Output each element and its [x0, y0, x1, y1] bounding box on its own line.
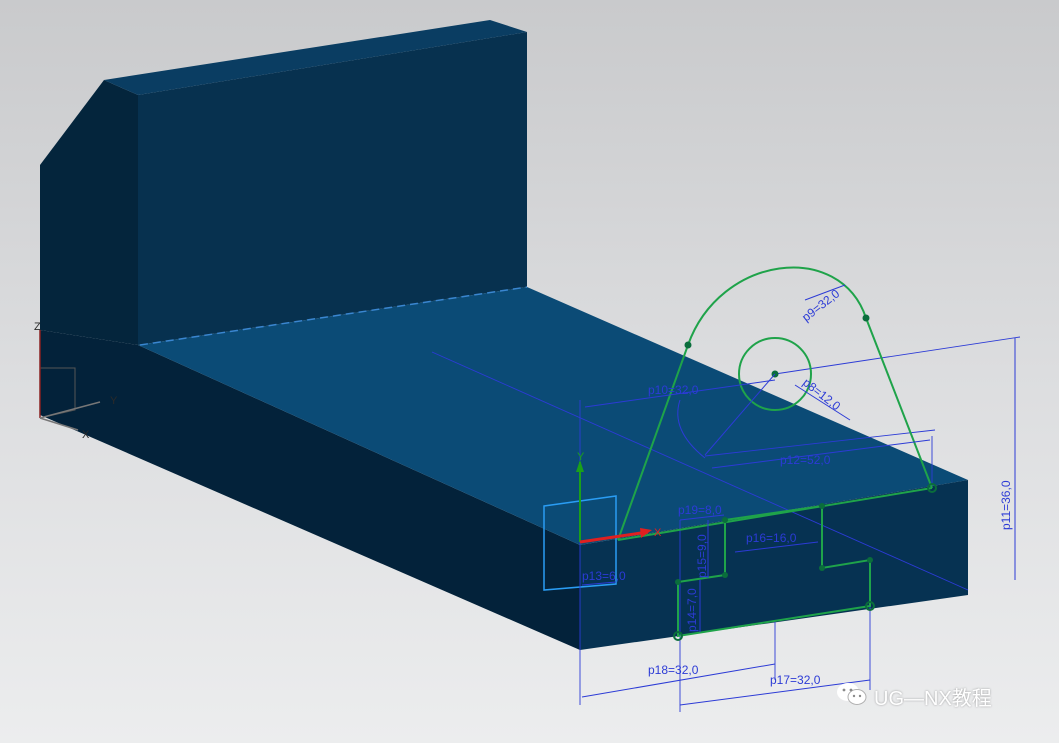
csys-x-label: X [82, 429, 90, 441]
watermark-text: UG—NX教程 [874, 688, 992, 710]
cad-scene[interactable]: Z Y X Y X p9=32,0 p8=12,0 p10=32,0 p11=3… [0, 0, 1059, 743]
dim-p12: p12=52,0 [780, 453, 831, 467]
sketch-x-label: X [654, 527, 662, 539]
solid-body[interactable] [40, 20, 968, 650]
dim-p13: p13=6,0 [582, 569, 626, 583]
graphics-window[interactable]: Z Y X Y X p9=32,0 p8=12,0 p10=32,0 p11=3… [0, 0, 1059, 743]
dim-p19: p19=8,0 [678, 503, 722, 517]
dim-p15: p15=9,0 [695, 534, 709, 578]
dim-p10: p10=32,0 [648, 383, 699, 397]
csys-z-label: Z [34, 321, 41, 333]
wechat-icon [836, 680, 868, 713]
dim-p14: p14=7,0 [685, 588, 699, 632]
csys-y-label: Y [110, 395, 118, 407]
dim-p9: p9=32,0 [799, 286, 842, 324]
dim-p18: p18=32,0 [648, 663, 699, 677]
dim-p17: p17=32,0 [770, 673, 821, 687]
dim-p8: p8=12,0 [800, 375, 843, 413]
dim-p16: p16=16,0 [746, 531, 797, 545]
watermark: UG—NX教程 [836, 680, 992, 713]
sketch-y-label: Y [577, 451, 585, 463]
dim-p11: p11=36,0 [999, 480, 1013, 530]
plate-side-face[interactable] [40, 80, 138, 345]
